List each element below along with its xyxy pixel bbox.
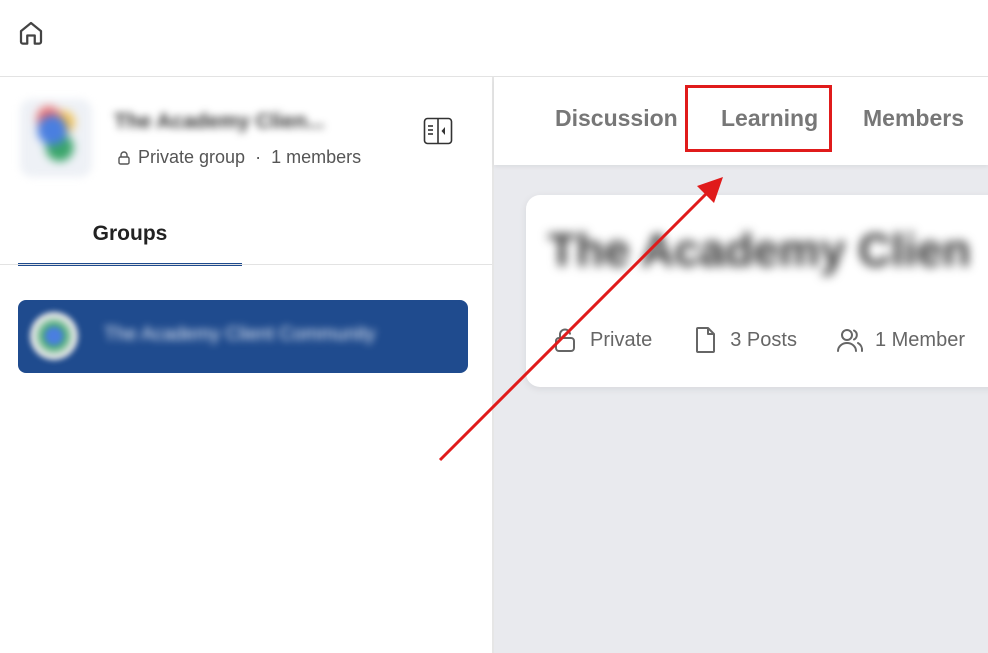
annotation-highlight-box [685,85,832,152]
group-name: The Academy Clien... [114,110,325,133]
home-icon[interactable] [16,18,46,48]
users-icon [836,329,863,352]
tab-discussion[interactable]: Discussion [555,105,678,132]
stat-posts: 3 Posts [690,325,797,355]
group-item-avatar [30,312,78,360]
divider [0,264,492,265]
tab-groups[interactable]: Groups [18,205,242,266]
group-meta: Private group · 1 members [116,147,361,168]
group-tabs: Discussion Learning Members [494,77,988,165]
top-bar [0,0,988,77]
group-avatar [20,99,92,177]
stat-privacy: Private [550,325,652,355]
group-info-card: The Academy Clien Private 3 Posts 1 Memb… [526,195,988,387]
stat-members: 1 Member [835,325,965,355]
document-icon [696,327,716,353]
stat-members-label: 1 Member [874,328,965,351]
group-list-item[interactable]: The Academy Client Community [18,300,468,373]
main-content: Discussion Learning Members The Academy … [494,77,988,653]
sidebar-collapse-icon[interactable] [423,117,453,145]
meta-separator: · [255,147,262,167]
card-title: The Academy Clien [548,224,971,276]
privacy-label: Private group [138,147,246,167]
stat-posts-label: 3 Posts [730,328,797,351]
tab-groups-label: Groups [92,222,168,245]
group-item-name: The Academy Client Community [104,324,376,345]
tab-members[interactable]: Members [863,105,964,132]
card-stats: Private 3 Posts 1 Member [550,325,988,355]
group-sidebar: The Academy Clien... Private group · 1 m… [0,77,494,653]
lock-icon [118,150,130,165]
lock-icon [555,328,575,352]
stat-privacy-label: Private [590,328,653,351]
members-count[interactable]: 1 members [271,147,361,168]
